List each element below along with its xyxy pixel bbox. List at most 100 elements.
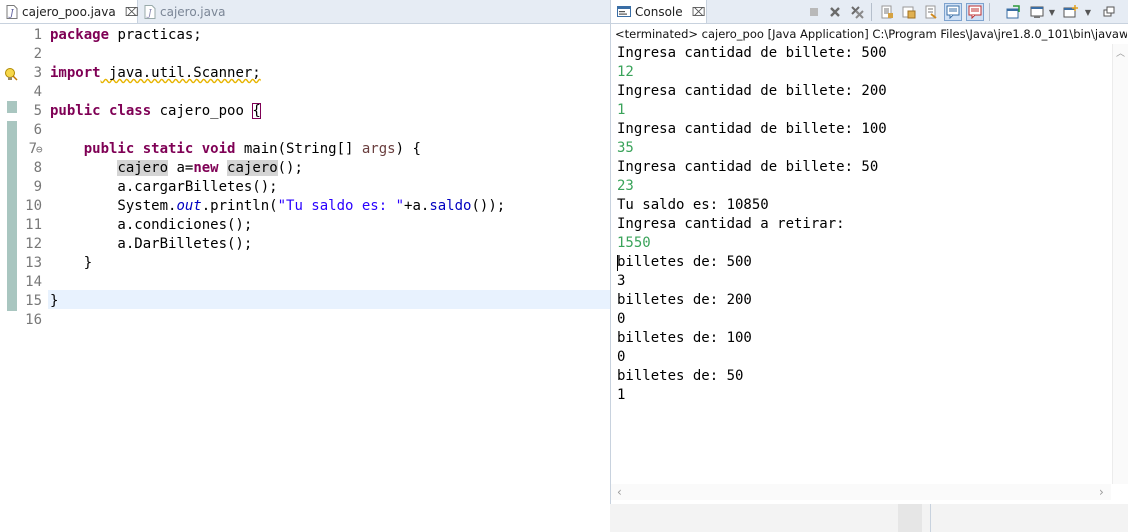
code-token: saldo	[429, 198, 472, 214]
console-line: billetes de: 200	[617, 292, 752, 308]
code-line: public static void main(String[] args) {	[50, 140, 421, 159]
scroll-lock-icon[interactable]	[879, 4, 895, 20]
code-token: cajero	[227, 160, 278, 176]
clear-console-icon[interactable]	[901, 4, 917, 20]
scroll-up-icon[interactable]: ︿	[1116, 46, 1125, 59]
show-on-stdout-icon[interactable]	[944, 3, 962, 21]
tab-console[interactable]: Console ⌧	[611, 0, 707, 23]
line-number: 16	[25, 312, 42, 328]
code-area[interactable]: package practicas; import java.util.Scan…	[50, 24, 610, 532]
stop-icon[interactable]	[806, 4, 822, 20]
line-number: 9	[33, 179, 42, 195]
code-token: practicas;	[109, 27, 202, 43]
code-token: +a.	[404, 198, 430, 214]
console-icon	[617, 5, 631, 18]
code-token: new	[193, 160, 219, 176]
code-token: ) {	[395, 141, 421, 157]
tab-cajero[interactable]: J cajero.java	[138, 0, 238, 23]
code-token: public static void	[83, 141, 236, 157]
tab-label: Console	[635, 4, 683, 19]
code-token: ();	[277, 160, 303, 176]
toolbar-separator	[871, 3, 872, 21]
scroll-left-icon[interactable]: ‹	[617, 485, 622, 499]
console-line: Tu saldo es: 10850	[617, 197, 769, 213]
toolbar-separator	[989, 3, 990, 21]
console-line: billetes de: 500	[617, 254, 752, 270]
pane-divider	[930, 504, 931, 532]
scroll-right-icon[interactable]: ›	[1099, 485, 1104, 499]
console-line: Ingresa cantidad a retirar:	[617, 216, 845, 232]
line-number: 8	[33, 160, 42, 176]
code-token: System.	[50, 198, 177, 214]
line-number: 14	[25, 274, 42, 290]
line-number: 15	[25, 293, 42, 309]
horizontal-scrollbar[interactable]: ‹ ›	[611, 484, 1111, 500]
code-token: cajero	[117, 160, 169, 176]
java-file-icon: J	[144, 4, 156, 19]
code-line: public class cajero_poo {	[50, 102, 261, 121]
code-editor[interactable]: J cajero_poo.java ⌧ J cajero.java 1 2 3 …	[0, 0, 610, 532]
console-output[interactable]: Ingresa cantidad de billete: 500 12 Ingr…	[617, 44, 1117, 484]
console-line: Ingresa cantidad de billete: 100	[617, 121, 887, 137]
console-input-line: 12	[617, 64, 634, 80]
show-on-stderr-icon[interactable]	[966, 3, 984, 21]
line-number: 3	[33, 65, 42, 81]
code-line: package practicas;	[50, 26, 202, 45]
editor-tab-bar: J cajero_poo.java ⌧ J cajero.java	[0, 0, 610, 24]
new-console-icon[interactable]	[1063, 4, 1079, 20]
vertical-scrollbar[interactable]: ︿	[1112, 44, 1128, 484]
close-tab-icon[interactable]: ⌧	[125, 5, 139, 19]
tab-cajero-poo[interactable]: J cajero_poo.java ⌧	[0, 0, 139, 23]
code-token: "Tu saldo es: "	[277, 198, 405, 214]
code-token: ());	[471, 198, 506, 214]
pin-console-icon[interactable]	[1005, 4, 1021, 20]
code-token: args	[361, 141, 396, 157]
console-line: Ingresa cantidad de billete: 500	[617, 45, 887, 61]
fold-collapse-icon[interactable]: ⊖	[36, 143, 43, 156]
code-token: out	[176, 198, 202, 214]
code-line: System.out.println("Tu saldo es: "+a.sal…	[50, 197, 505, 216]
line-number: 10	[25, 198, 42, 214]
console-line: Ingresa cantidad de billete: 50	[617, 159, 879, 175]
tab-label: cajero.java	[160, 4, 226, 19]
warning-lightbulb-icon[interactable]	[4, 66, 18, 81]
console-header: Console ⌧ ▼ ▼	[611, 0, 1128, 24]
change-bar	[7, 101, 17, 113]
code-line: }	[50, 255, 93, 271]
close-tab-icon[interactable]: ⌧	[692, 5, 706, 19]
remove-launch-icon[interactable]	[827, 4, 843, 20]
console-line: 0	[617, 349, 626, 365]
code-token: import	[50, 65, 101, 81]
code-token: a=	[168, 160, 194, 176]
console-line: Ingresa cantidad de billete: 200	[617, 83, 887, 99]
tab-label: cajero_poo.java	[22, 4, 116, 19]
dropdown-icon[interactable]: ▼	[1047, 4, 1057, 20]
line-number: 5	[33, 103, 42, 119]
remove-all-icon[interactable]	[849, 4, 865, 20]
java-file-icon: J	[6, 4, 18, 19]
line-number: 2	[33, 46, 42, 62]
code-token: package	[50, 27, 110, 43]
line-number: 13	[25, 255, 42, 271]
code-line: a.condiciones();	[50, 217, 253, 233]
code-token: cajero_poo	[151, 103, 253, 119]
code-line: a.DarBilletes();	[50, 236, 253, 252]
line-number-gutter: 1 2 3 4 5 6 7 8 9 10 11 12 13 14 15 16	[18, 24, 46, 532]
minimize-icon[interactable]	[1101, 4, 1117, 20]
code-line: import java.util.Scanner;	[50, 64, 261, 83]
line-number: 1	[33, 27, 42, 43]
console-view: Console ⌧ ▼ ▼ <terminated> cajero_poo [J…	[610, 0, 1128, 504]
display-console-icon[interactable]	[1029, 4, 1045, 20]
console-line: 3	[617, 273, 626, 289]
editor-ruler	[0, 24, 18, 532]
line-number: 4	[33, 84, 42, 100]
console-input-line: 35	[617, 140, 634, 156]
word-wrap-icon[interactable]	[923, 4, 939, 20]
dropdown-icon[interactable]: ▼	[1083, 4, 1093, 20]
change-bar	[7, 121, 17, 311]
code-line: a.cargarBilletes();	[50, 179, 278, 195]
code-token: .println(	[201, 198, 278, 214]
